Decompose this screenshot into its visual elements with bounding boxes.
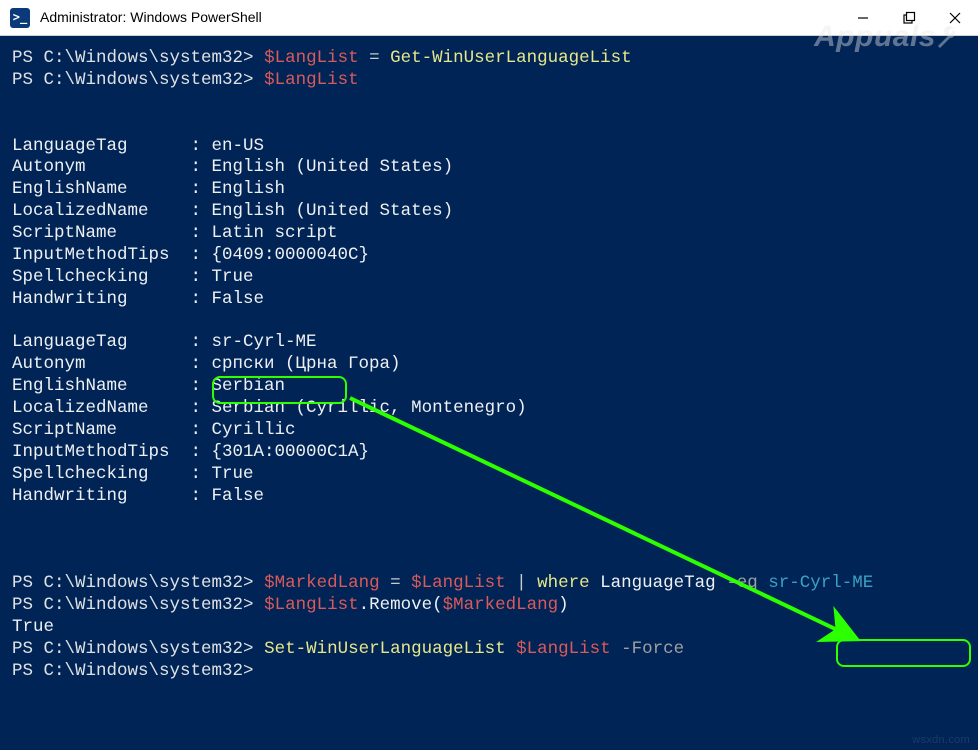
- command-line-6: PS C:\Windows\system32>: [12, 661, 972, 683]
- lang1-autonym: Autonym : English (United States): [12, 157, 972, 179]
- watermark-text: Appuals: [814, 18, 936, 56]
- lang1-tag: LanguageTag : en-US: [12, 136, 972, 158]
- command-line-3: PS C:\Windows\system32> $MarkedLang = $L…: [12, 573, 972, 595]
- lang2-script: ScriptName : Cyrillic: [12, 420, 972, 442]
- annotation-highlight-target: [836, 639, 971, 667]
- lang2-spell: Spellchecking : True: [12, 464, 972, 486]
- powershell-icon-glyph: >_: [13, 10, 27, 25]
- annotation-highlight-source: [212, 376, 347, 404]
- command-line-5: PS C:\Windows\system32> Set-WinUserLangu…: [12, 639, 972, 661]
- terminal[interactable]: PS C:\Windows\system32> $LangList = Get-…: [0, 36, 978, 688]
- lang2-tag: LanguageTag : sr-Cyrl-ME: [12, 332, 972, 354]
- lang2-hand: Handwriting : False: [12, 486, 972, 508]
- lang2-autonym: Autonym : српски (Црна Гора): [12, 354, 972, 376]
- lang2-tag-value: sr-Cyrl-ME: [212, 332, 317, 352]
- command-4-output: True: [12, 617, 972, 639]
- lang2-imt: InputMethodTips : {301A:00000C1A}: [12, 442, 972, 464]
- lang1-localized: LocalizedName : English (United States): [12, 201, 972, 223]
- watermark-wrench-icon: [932, 22, 962, 52]
- powershell-icon: >_: [10, 8, 30, 28]
- command-line-4: PS C:\Windows\system32> $LangList.Remove…: [12, 595, 972, 617]
- lang1-english: EnglishName : English: [12, 179, 972, 201]
- lang1-script: ScriptName : Latin script: [12, 223, 972, 245]
- watermark-logo: Appuals: [814, 18, 962, 56]
- lang1-spell: Spellchecking : True: [12, 267, 972, 289]
- lang2-localized: LocalizedName : Serbian (Cyrillic, Monte…: [12, 398, 972, 420]
- window-title: Administrator: Windows PowerShell: [40, 9, 262, 27]
- lang2-english: EnglishName : Serbian: [12, 376, 972, 398]
- command-line-2: PS C:\Windows\system32> $LangList: [12, 70, 972, 92]
- lang1-imt: InputMethodTips : {0409:0000040C}: [12, 245, 972, 267]
- lang1-hand: Handwriting : False: [12, 289, 972, 311]
- attribution-text: wsxdn.com: [912, 734, 970, 748]
